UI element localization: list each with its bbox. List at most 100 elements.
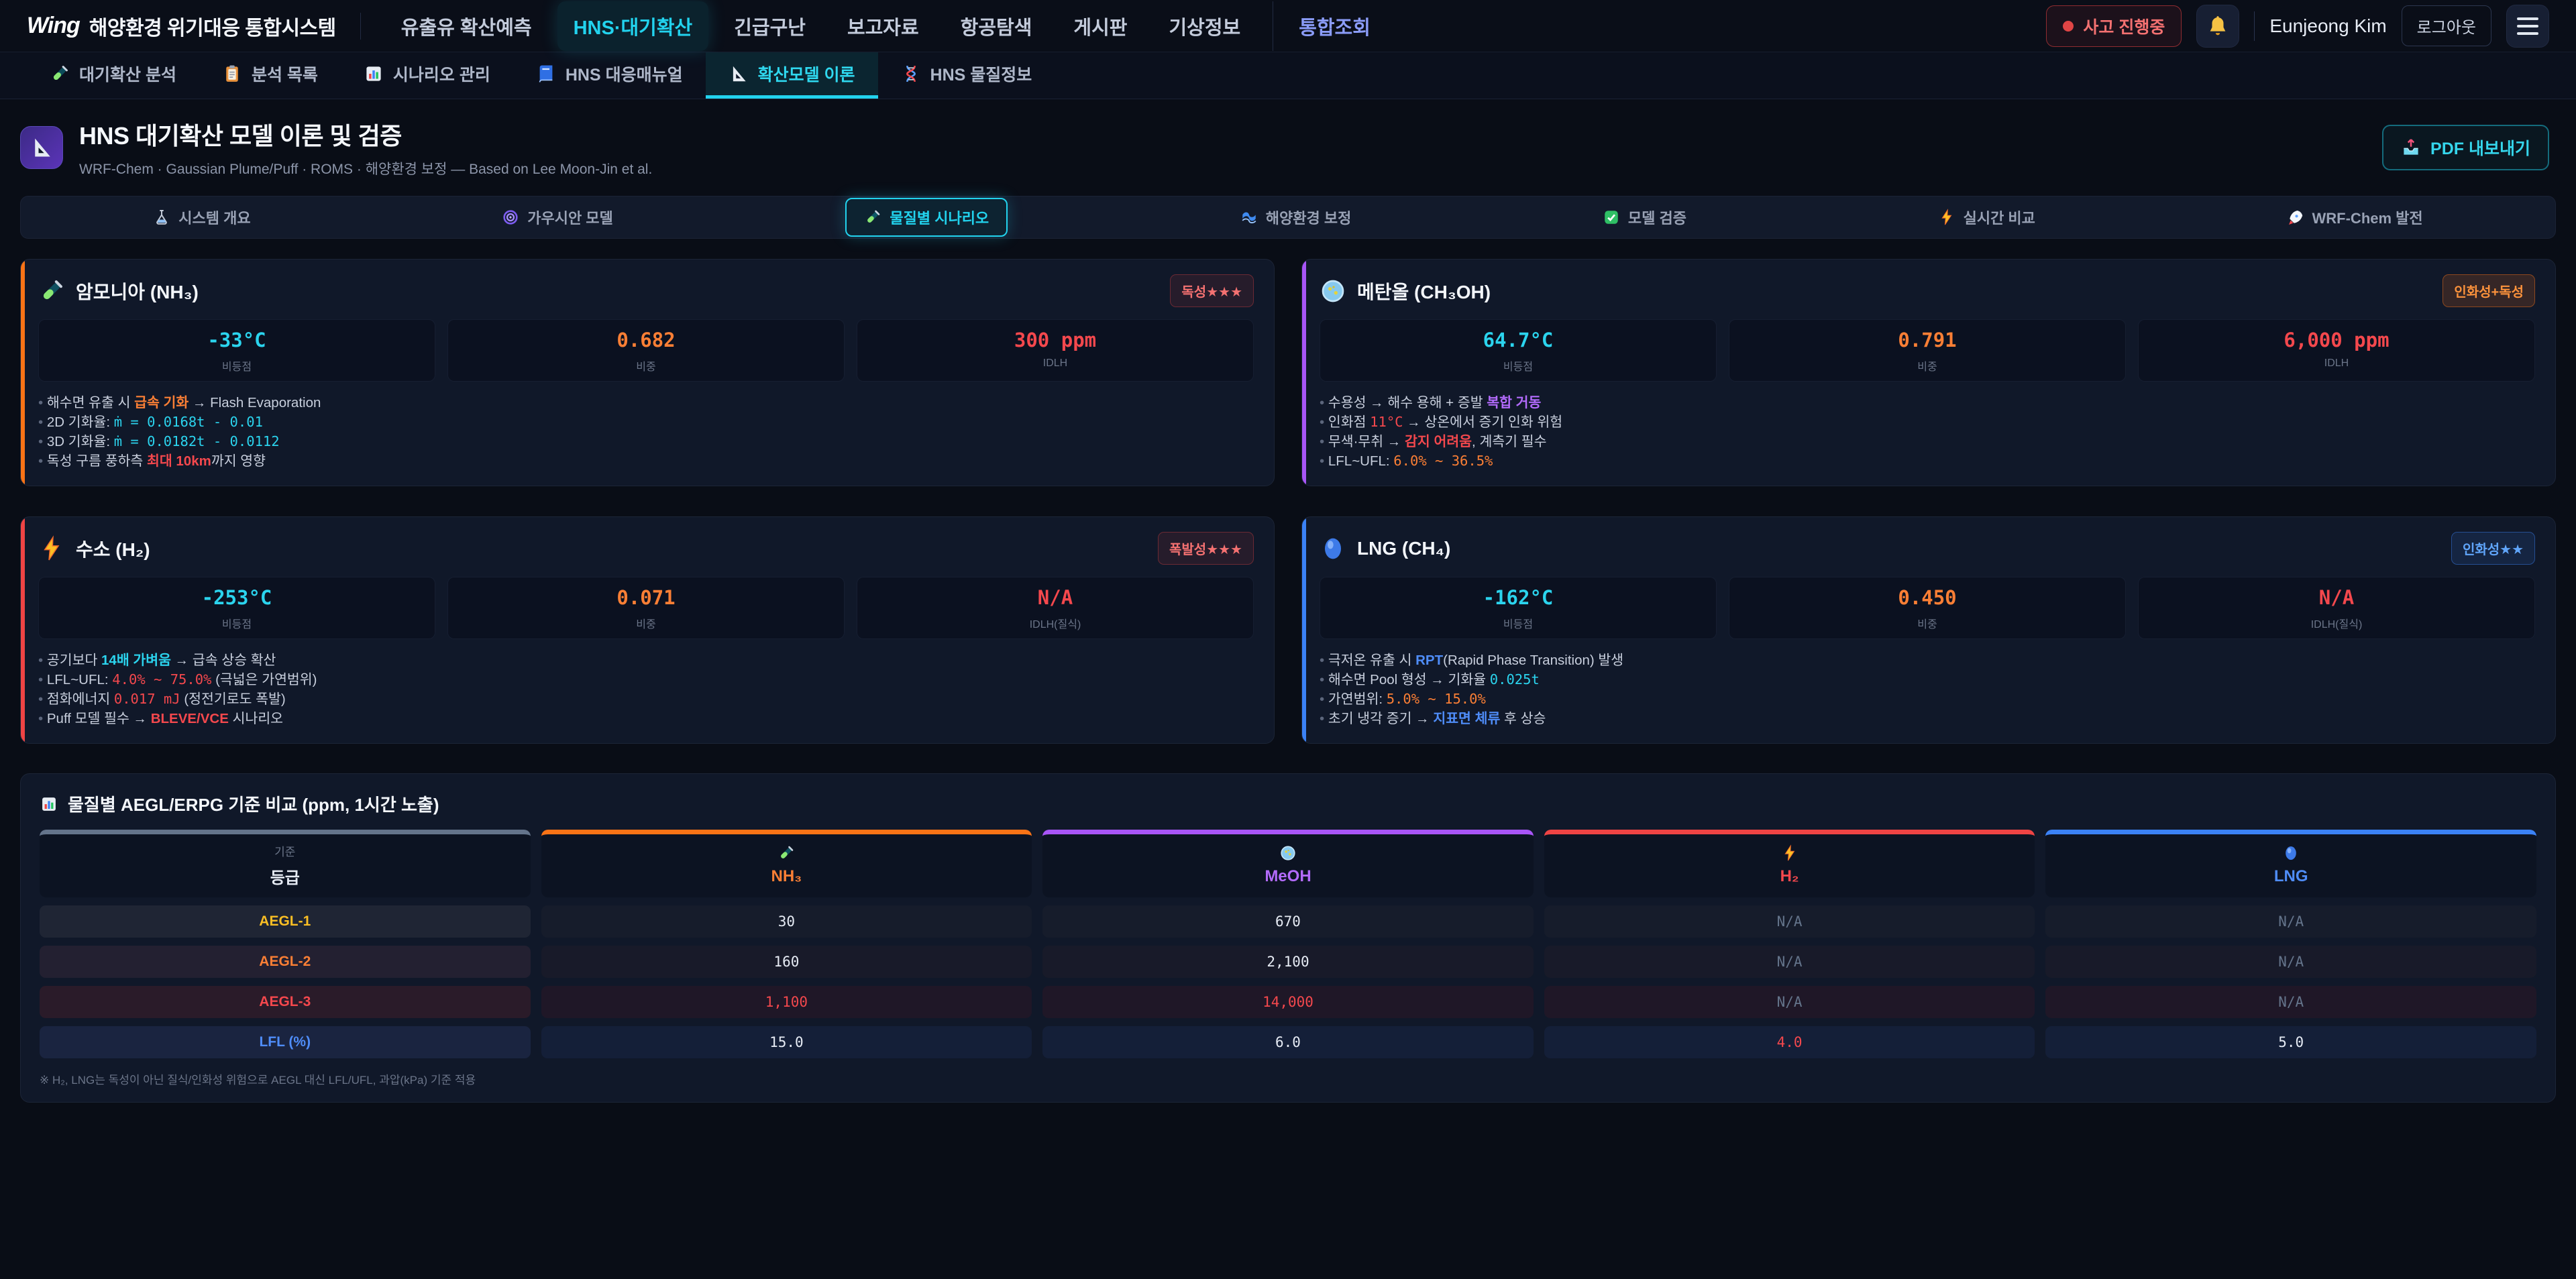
bar-chart-icon: [40, 795, 58, 814]
bullet-item: 초기 냉각 증기 → 지표면 체류 후 상승: [1320, 709, 2535, 728]
logo-mark-icon: Wing: [27, 13, 80, 39]
stat-value: 0.791: [1733, 329, 2121, 351]
row-label: AEGL-1: [40, 905, 531, 938]
column-header-등급[interactable]: 기준등급: [40, 830, 531, 897]
pdf-export-button[interactable]: PDF 내보내기: [2382, 125, 2549, 170]
table-title: 물질별 AEGL/ERPG 기준 비교 (ppm, 1시간 노출): [40, 791, 2536, 816]
nav-item-7[interactable]: 기상정보: [1152, 1, 1256, 51]
subtab-label: HNS 대응매뉴얼: [566, 62, 683, 86]
bullet-item: LFL~UFL: 4.0% ~ 75.0% (극넓은 가연범위): [38, 670, 1254, 689]
stat-box: N/A IDLH(질식): [2138, 577, 2535, 639]
stat-value: -33°C: [43, 329, 431, 351]
menu-button[interactable]: [2506, 5, 2549, 48]
stat-label: IDLH: [2143, 357, 2530, 370]
column-header-MeOH[interactable]: MeOH: [1042, 830, 1534, 897]
subtab-6[interactable]: HNS 물질정보: [878, 52, 1055, 99]
bullet-item: 무색·무취 → 감지 어려움, 계측기 필수: [1320, 432, 2535, 451]
subtab-1[interactable]: 대기확산 분석: [27, 52, 199, 99]
lightning-icon: [1781, 844, 1799, 862]
bullet-item: 인화점 11°C → 상온에서 증기 인화 위험: [1320, 412, 2535, 432]
card-bullets: 극저온 유출 시 RPT(Rapid Phase Transition) 발생해…: [1320, 651, 2535, 728]
stat-box: 0.071비중: [447, 577, 845, 639]
stat-value: 0.071: [452, 586, 840, 609]
column-header-LNG[interactable]: LNG: [2045, 830, 2536, 897]
table-cell: N/A: [2045, 946, 2536, 978]
export-icon: [2401, 137, 2421, 158]
section-tab-5[interactable]: 모델 검증: [1584, 198, 1705, 237]
dna-icon: [901, 64, 921, 84]
subtab-2[interactable]: 분석 목록: [199, 52, 341, 99]
section-tab-1[interactable]: 시스템 개요: [134, 198, 269, 237]
row-label: AEGL-2: [40, 946, 531, 978]
subtab-3[interactable]: 시나리오 관리: [341, 52, 513, 99]
table-cell: 4.0: [1544, 1026, 2035, 1058]
table-cell: 6.0: [1042, 1026, 1534, 1058]
stat-value: N/A: [2143, 586, 2530, 609]
stat-label: IDLH(질식): [861, 615, 1249, 631]
stat-value: 6,000 ppm: [2143, 329, 2530, 351]
test-tube-icon: [864, 209, 881, 226]
app-logo[interactable]: Wing 해양환경 위기대응 통합시스템: [27, 11, 336, 41]
section-tab-4[interactable]: 해양환경 보정: [1222, 198, 1371, 237]
petri-dish-icon: [1279, 844, 1297, 862]
bullet-item: 해수면 Pool 형성 → 기화율 0.025t: [1320, 670, 2535, 689]
stat-label: 비등점: [43, 615, 431, 631]
sphere-icon: [2282, 844, 2300, 862]
column-label: LNG: [2274, 867, 2308, 886]
section-tab-6[interactable]: 실시간 비교: [1919, 198, 2054, 237]
stat-boxes: 64.7°C비등점0.791비중6,000 ppmIDLH: [1320, 319, 2535, 382]
table-header-row: 기준등급NH₃MeOHH₂ LNG: [40, 830, 2536, 897]
nav-item-6[interactable]: 게시판: [1057, 1, 1143, 51]
section-tab-2[interactable]: 가우시안 모델: [483, 198, 632, 237]
bullet-item: 극저온 유출 시 RPT(Rapid Phase Transition) 발생: [1320, 651, 2535, 670]
bar-chart-icon: [364, 64, 384, 84]
column-header-NH₃[interactable]: NH₃: [541, 830, 1032, 897]
bullet-item: 3D 기화율: ṁ = 0.0182t - 0.0112: [38, 432, 1254, 451]
incident-status-badge: 사고 진행중: [2046, 5, 2182, 47]
table-cell: 1,100: [541, 986, 1032, 1018]
bullet-item: Puff 모델 필수 → BLEVE/VCE 시나리오: [38, 709, 1254, 728]
hazard-badge: 인화성★★: [2451, 532, 2535, 565]
table-row-AEGL-3: AEGL-31,10014,000N/AN/A: [40, 986, 2536, 1018]
subtab-5[interactable]: 확산모델 이론: [706, 52, 878, 99]
triangle-ruler-icon: [729, 64, 749, 84]
column-header-H₂[interactable]: H₂: [1544, 830, 2035, 897]
nav-item-1[interactable]: 유출유 확산예측: [385, 1, 548, 51]
card-header: 메탄올 (CH₃OH)인화성+독성: [1320, 274, 2535, 307]
subtab-label: HNS 물질정보: [930, 62, 1032, 86]
table-cell: N/A: [1544, 986, 2035, 1018]
substance-card-1: 암모니아 (NH₃)독성★★★-33°C비등점0.682비중300 ppmIDL…: [20, 259, 1275, 486]
subtab-4[interactable]: HNS 대응매뉴얼: [513, 52, 706, 99]
stat-label: 비중: [1733, 615, 2121, 631]
substance-cards: 암모니아 (NH₃)독성★★★-33°C비등점0.682비중300 ppmIDL…: [20, 259, 2556, 744]
check-icon: [1603, 209, 1620, 226]
notifications-button[interactable]: [2196, 5, 2239, 48]
lightning-icon: [1938, 209, 1955, 226]
logout-button[interactable]: 로그아웃: [2402, 5, 2491, 46]
nav-item-3[interactable]: 긴급구난: [718, 1, 822, 51]
divider: [360, 13, 361, 40]
table-cell: 670: [1042, 905, 1534, 938]
section-tab-3[interactable]: 물질별 시나리오: [845, 198, 1008, 237]
table-row-AEGL-1: AEGL-130670N/AN/A: [40, 905, 2536, 938]
section-tab-label: 해양환경 보정: [1266, 207, 1352, 228]
sphere-icon: [1320, 535, 1346, 562]
stat-label: IDLH(질식): [2143, 615, 2530, 631]
nav-item-2[interactable]: HNS·대기확산: [557, 1, 709, 51]
section-tab-7[interactable]: WRF-Chem 발전: [2268, 198, 2442, 237]
aegl-table: 기준등급NH₃MeOHH₂LNGAEGL-130670N/AN/AAEGL-21…: [40, 830, 2536, 1058]
subtab-label: 대기확산 분석: [79, 62, 176, 86]
bullet-item: 수용성 → 해수 용해 + 증발 복합 거동: [1320, 393, 2535, 412]
section-tab-label: WRF-Chem 발전: [2312, 207, 2423, 228]
card-bullets: 수용성 → 해수 용해 + 증발 복합 거동인화점 11°C → 상온에서 증기…: [1320, 393, 2535, 471]
table-cell: N/A: [1544, 905, 2035, 938]
stat-label: IDLH: [861, 357, 1249, 370]
stat-boxes: -162°C비등점0.450비중N/AIDLH(질식): [1320, 577, 2535, 639]
stat-label: 비등점: [43, 357, 431, 374]
nav-item-8[interactable]: 통합조회: [1273, 1, 1387, 51]
hazard-badge: 인화성+독성: [2443, 274, 2535, 307]
nav-item-5[interactable]: 항공탐색: [945, 1, 1049, 51]
row-label: AEGL-3: [40, 986, 531, 1018]
test-tube-icon: [50, 64, 70, 84]
nav-item-4[interactable]: 보고자료: [831, 1, 935, 51]
